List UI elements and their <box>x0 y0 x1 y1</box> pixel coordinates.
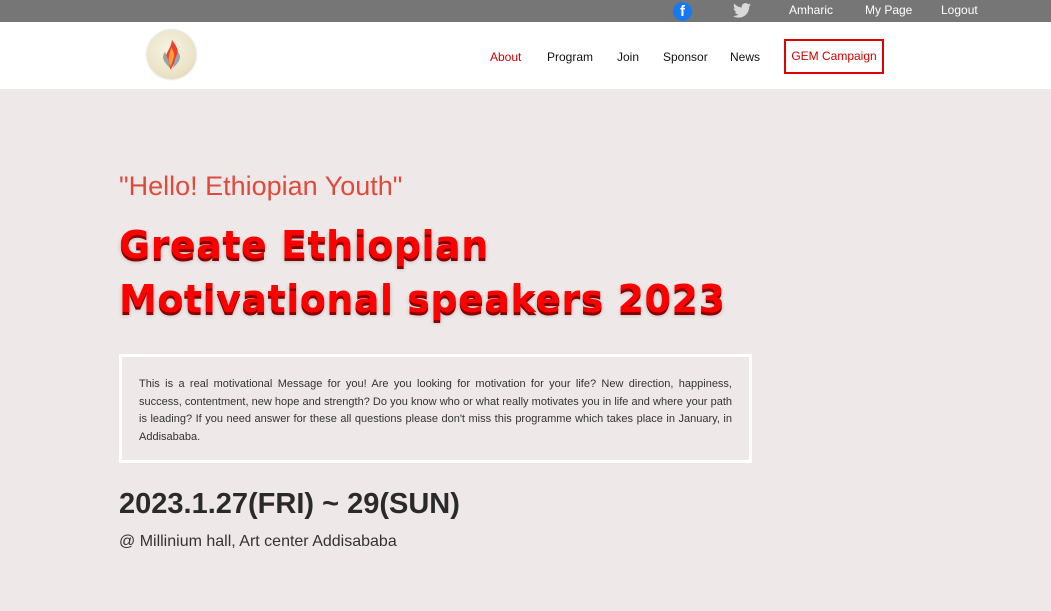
twitter-icon[interactable] <box>733 3 751 18</box>
event-venue: @ Millinium hall, Art center Addisababa <box>119 533 397 550</box>
my-page-link[interactable]: My Page <box>865 3 912 17</box>
amharic-link[interactable]: Amharic <box>789 3 833 17</box>
nav-about[interactable]: About <box>490 50 521 64</box>
torch-logo[interactable] <box>147 30 196 79</box>
flame-icon <box>163 40 180 70</box>
nav-join[interactable]: Join <box>617 50 639 64</box>
top-utility-bar: f Amharic My Page Logout <box>0 0 1051 22</box>
nav-news[interactable]: News <box>730 50 760 64</box>
event-date: 2023.1.27(FRI) ~ 29(SUN) <box>119 488 460 520</box>
main-header: About Program Join Sponsor News GEM Camp… <box>0 22 1051 89</box>
hero-title-line-1: Greate Ethiopian <box>119 223 489 267</box>
gem-campaign-button[interactable]: GEM Campaign <box>784 39 884 74</box>
hero-title-line-2: Motivational speakers 2023 <box>119 277 726 321</box>
hero-greeting: "Hello! Ethiopian Youth" <box>119 171 403 201</box>
facebook-icon[interactable]: f <box>673 2 692 21</box>
nav-sponsor[interactable]: Sponsor <box>663 50 708 64</box>
message-text: This is a real motivational Message for … <box>139 378 732 443</box>
logout-link[interactable]: Logout <box>941 3 978 17</box>
nav-program[interactable]: Program <box>547 50 593 64</box>
message-box: This is a real motivational Message for … <box>119 354 752 463</box>
hero-title: Greate Ethiopian Motivational speakers 2… <box>119 218 819 326</box>
